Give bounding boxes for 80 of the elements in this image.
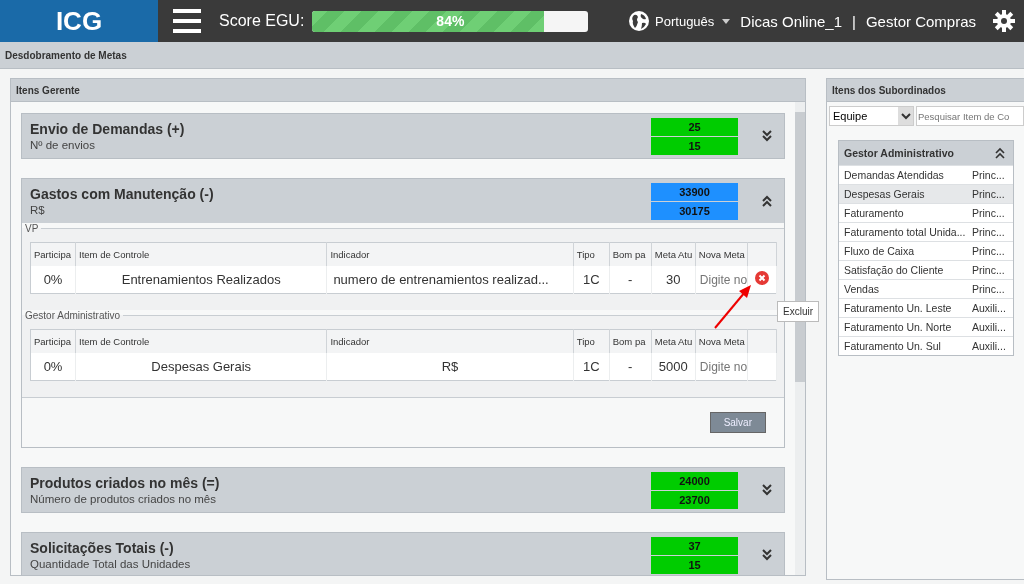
team-dropdown[interactable]: Equipe	[829, 106, 914, 126]
user-role: Gestor Compras	[865, 12, 976, 30]
table-cell: 1C	[573, 266, 610, 294]
column-header: Tipo	[573, 329, 610, 353]
goal-title: Envio de Demandas (+)	[30, 121, 186, 137]
panel-title: Itens dos Subordinados	[832, 84, 946, 96]
column-header: Item de Controle	[75, 242, 327, 266]
search-field[interactable]: Pesquisar Item de Co	[916, 106, 1024, 126]
goal-value: 30175	[651, 201, 738, 220]
new-goal-field[interactable]: Digite no	[695, 353, 748, 381]
subordinate-item[interactable]: Satisfação do Cliente Princ...	[839, 260, 1013, 279]
settings-icon[interactable]	[992, 9, 1016, 33]
column-header: Nova Meta	[695, 242, 748, 266]
column-header: Bom pa	[609, 242, 652, 266]
column-header: Nova Meta	[695, 329, 748, 353]
column-header: Indicador	[326, 242, 574, 266]
column-header: Meta Atu	[651, 329, 696, 353]
collapse-icon[interactable]	[762, 195, 772, 207]
subordinate-item[interactable]: Fluxo de Caixa Princ...	[839, 241, 1013, 260]
goal-title: Solicitações Totais (-)	[30, 540, 175, 556]
tooltip: Excluir	[777, 301, 819, 322]
language-selector[interactable]: Português	[655, 13, 715, 29]
goal-unit: Nº de envios	[30, 139, 96, 151]
separator: |	[852, 12, 856, 30]
goal-value: 23700	[651, 490, 738, 509]
expand-icon[interactable]	[762, 549, 772, 561]
goal-title: Gastos com Manutenção (-)	[30, 186, 215, 202]
table-cell: -	[609, 266, 652, 294]
column-header: Participa	[30, 329, 76, 353]
expand-icon[interactable]	[762, 484, 772, 496]
caret-icon[interactable]	[722, 18, 731, 24]
collapse-icon[interactable]	[995, 147, 1005, 159]
column-header: Item de Controle	[75, 329, 327, 353]
goal-value: 15	[651, 136, 738, 155]
goal-value: 24000	[651, 471, 738, 490]
subordinate-item[interactable]: Faturamento Un. Leste Auxili...	[839, 298, 1013, 317]
column-header: Participa	[30, 242, 76, 266]
score-reading: 84%	[435, 11, 466, 31]
goal-value: 37	[651, 536, 738, 555]
table-cell: 30	[651, 266, 696, 294]
table-cell: 5000	[651, 353, 696, 381]
table-cell: Despesas Gerais	[75, 353, 327, 381]
subordinate-item[interactable]: Faturamento Princ...	[839, 203, 1013, 222]
table-cell: 0%	[30, 353, 76, 381]
goal-value: 15	[651, 555, 738, 574]
column-header: Tipo	[573, 242, 610, 266]
chevron-down-icon	[900, 112, 911, 120]
goal-value: 25	[651, 117, 738, 136]
table-cell: R$	[326, 353, 574, 381]
goal-unit: Quantidade Total das Unidades	[30, 558, 192, 570]
column-header: Bom pa	[609, 329, 652, 353]
subordinate-item[interactable]: Faturamento Un. Sul Auxili...	[839, 336, 1013, 355]
table-cell: 1C	[573, 353, 610, 381]
globe-icon[interactable]	[628, 10, 651, 32]
expand-icon[interactable]	[762, 130, 772, 142]
score-label: Score EGU:	[219, 12, 305, 30]
table-cell: -	[609, 353, 652, 381]
table-cell: numero de entrenamientos realizad...	[326, 266, 574, 294]
goal-unit: R$	[30, 204, 46, 216]
menu-icon[interactable]	[173, 9, 201, 33]
table-cell: 0%	[30, 266, 76, 294]
goal-unit: Número de produtos criados no mês	[30, 493, 217, 505]
table-cell: Entrenamientos Realizados	[75, 266, 327, 294]
column-header: Meta Atu	[651, 242, 696, 266]
subordinate-item[interactable]: Despesas Gerais Princ...	[839, 184, 1013, 203]
goal-value: 33900	[651, 182, 738, 201]
new-goal-field[interactable]: Digite no	[695, 266, 748, 294]
panel-title: Itens Gerente	[16, 84, 80, 96]
group-legend: Gestor Administrativo	[22, 310, 124, 321]
group-title: Gestor Administrativo	[844, 147, 954, 159]
user-name[interactable]: Dicas Online_1	[740, 12, 843, 30]
goal-title: Produtos criados no mês (=)	[30, 475, 221, 491]
group-legend: VP	[22, 223, 42, 234]
column-header: Indicador	[326, 329, 574, 353]
subordinate-item[interactable]: Vendas Princ...	[839, 279, 1013, 298]
subordinate-item[interactable]: Faturamento total Unida... Princ...	[839, 222, 1013, 241]
subordinate-item[interactable]: Faturamento Un. Norte Auxili...	[839, 317, 1013, 336]
page-title: Desdobramento de Metas	[5, 49, 127, 61]
delete-icon[interactable]	[754, 271, 769, 285]
logo: ICG	[0, 0, 158, 42]
